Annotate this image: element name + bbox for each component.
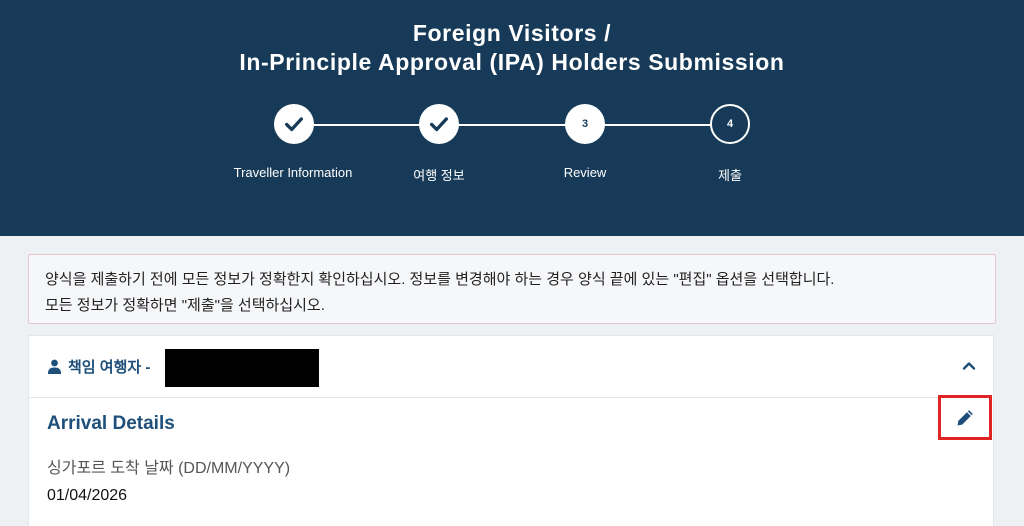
check-icon <box>285 117 303 132</box>
lead-traveller-label: 책임 여행자 - <box>68 359 151 376</box>
step-1-circle <box>274 104 314 144</box>
arrival-date-value: 01/04/2026 <box>47 487 128 504</box>
lead-traveller-heading: 책임 여행자 - <box>47 356 150 377</box>
step-3-circle: 3 <box>565 104 605 144</box>
review-notice: 양식을 제출하기 전에 모든 정보가 정확한지 확인하십시오. 정보를 변경해야… <box>28 254 996 324</box>
chevron-up-icon <box>962 362 976 370</box>
step-connector-3-4 <box>604 124 712 126</box>
progress-stepper: 3 4 Traveller Information 여행 정보 Review 제… <box>0 0 1024 236</box>
step-4-circle: 4 <box>710 104 750 144</box>
notice-line2: 모든 정보가 정확하면 "제출"을 선택하십시오. <box>45 297 325 314</box>
person-icon <box>47 359 62 374</box>
edit-arrival-button[interactable] <box>938 395 992 440</box>
step-4-label: 제출 <box>718 168 742 183</box>
step-2-label: 여행 정보 <box>413 168 465 183</box>
page-header: Foreign Visitors / In-Principle Approval… <box>0 0 1024 236</box>
traveller-panel-header[interactable]: 책임 여행자 - <box>29 336 993 398</box>
step-1-label: Traveller Information <box>233 165 353 180</box>
step-connector-1-2 <box>314 124 420 126</box>
step-2-circle <box>419 104 459 144</box>
check-icon <box>430 117 448 132</box>
step-3-label: Review <box>563 165 607 180</box>
arrival-date-label: 싱가포르 도착 날짜 (DD/MM/YYYY) <box>47 460 291 477</box>
collapse-button[interactable] <box>959 356 979 376</box>
traveller-panel: 책임 여행자 - Arrival Details 싱가포르 도착 날짜 (DD/… <box>28 335 994 526</box>
redacted-traveller-name <box>165 349 319 387</box>
step-connector-2-3 <box>458 124 566 126</box>
arrival-details-title: Arrival Details <box>47 413 175 434</box>
pencil-icon <box>957 409 973 425</box>
notice-line1: 양식을 제출하기 전에 모든 정보가 정확한지 확인하십시오. 정보를 변경해야… <box>45 271 835 288</box>
